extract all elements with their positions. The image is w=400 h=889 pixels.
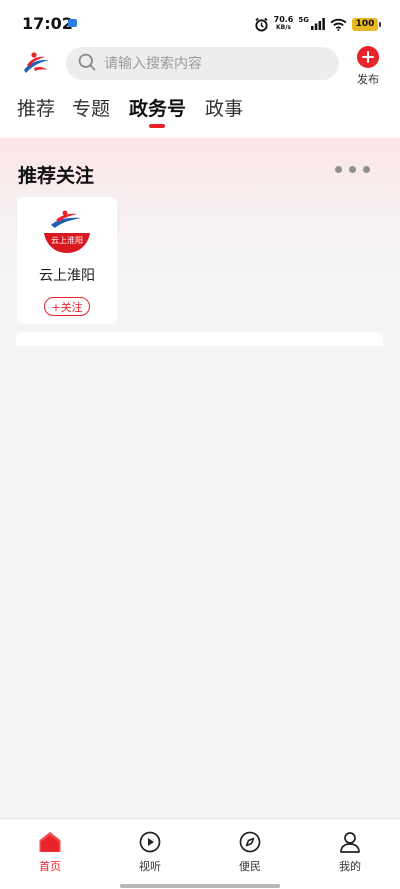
network-type: 5G	[298, 16, 309, 24]
publish-label: 发布	[357, 73, 379, 86]
nav-label-media: 视听	[139, 860, 161, 873]
net-speed: 70.6 KB/s	[274, 16, 294, 32]
notification-app-icon	[68, 19, 77, 27]
status-icons: 70.6 KB/s 5G 100	[254, 14, 381, 34]
search-icon	[78, 53, 96, 75]
nav-profile[interactable]: 我的	[300, 831, 400, 874]
account-card[interactable]: 云上淮阳 云上淮阳 +关注	[17, 197, 117, 324]
wifi-icon	[330, 18, 347, 31]
search-input[interactable]	[104, 55, 324, 72]
top-header: 发布	[0, 44, 400, 86]
channel-tabs: 推荐 专题 政务号 政事	[0, 86, 400, 138]
play-icon	[139, 831, 161, 853]
home-icon	[39, 831, 61, 853]
tab-government-affairs[interactable]: 政事	[205, 94, 243, 121]
nav-media[interactable]: 视听	[100, 831, 200, 874]
nav-label-services: 便民	[239, 860, 261, 873]
publish-button[interactable]: 发布	[354, 46, 382, 87]
app-logo-icon[interactable]	[20, 50, 52, 78]
search-bar[interactable]	[66, 47, 339, 80]
net-speed-unit: KB/s	[276, 24, 291, 31]
follow-button[interactable]: +关注	[44, 297, 90, 316]
alarm-icon	[254, 17, 269, 32]
nav-label-profile: 我的	[339, 860, 361, 873]
avatar-logo-text: 云上淮阳	[51, 235, 83, 245]
active-tab-indicator	[149, 124, 165, 128]
more-options-icon[interactable]	[335, 166, 370, 173]
tab-recommend[interactable]: 推荐	[17, 94, 55, 121]
nav-services[interactable]: 便民	[200, 831, 300, 874]
main-content: 推荐关注 云上淮阳 云上淮阳 +关注	[0, 138, 400, 818]
bottom-navigation: 首页 视听 便民 我的	[0, 818, 400, 889]
home-gesture-bar[interactable]	[120, 884, 280, 888]
battery-indicator: 100	[352, 17, 381, 31]
status-bar: 17:02 70.6 KB/s 5G 100	[0, 0, 400, 44]
recommend-follow-title: 推荐关注	[18, 165, 95, 187]
nav-label-home: 首页	[39, 860, 61, 873]
tab-topics[interactable]: 专题	[72, 94, 110, 121]
feed-panel	[16, 332, 383, 346]
signal-icon	[311, 18, 325, 30]
net-speed-value: 70.6	[273, 15, 294, 24]
status-time: 17:02	[22, 14, 73, 33]
account-name: 云上淮阳	[39, 268, 95, 284]
plus-icon	[357, 46, 379, 68]
tab-government-accounts[interactable]: 政务号	[129, 94, 186, 121]
account-avatar: 云上淮阳	[41, 209, 93, 255]
compass-icon	[239, 831, 261, 853]
nav-home[interactable]: 首页	[0, 831, 100, 874]
user-icon	[339, 831, 361, 853]
